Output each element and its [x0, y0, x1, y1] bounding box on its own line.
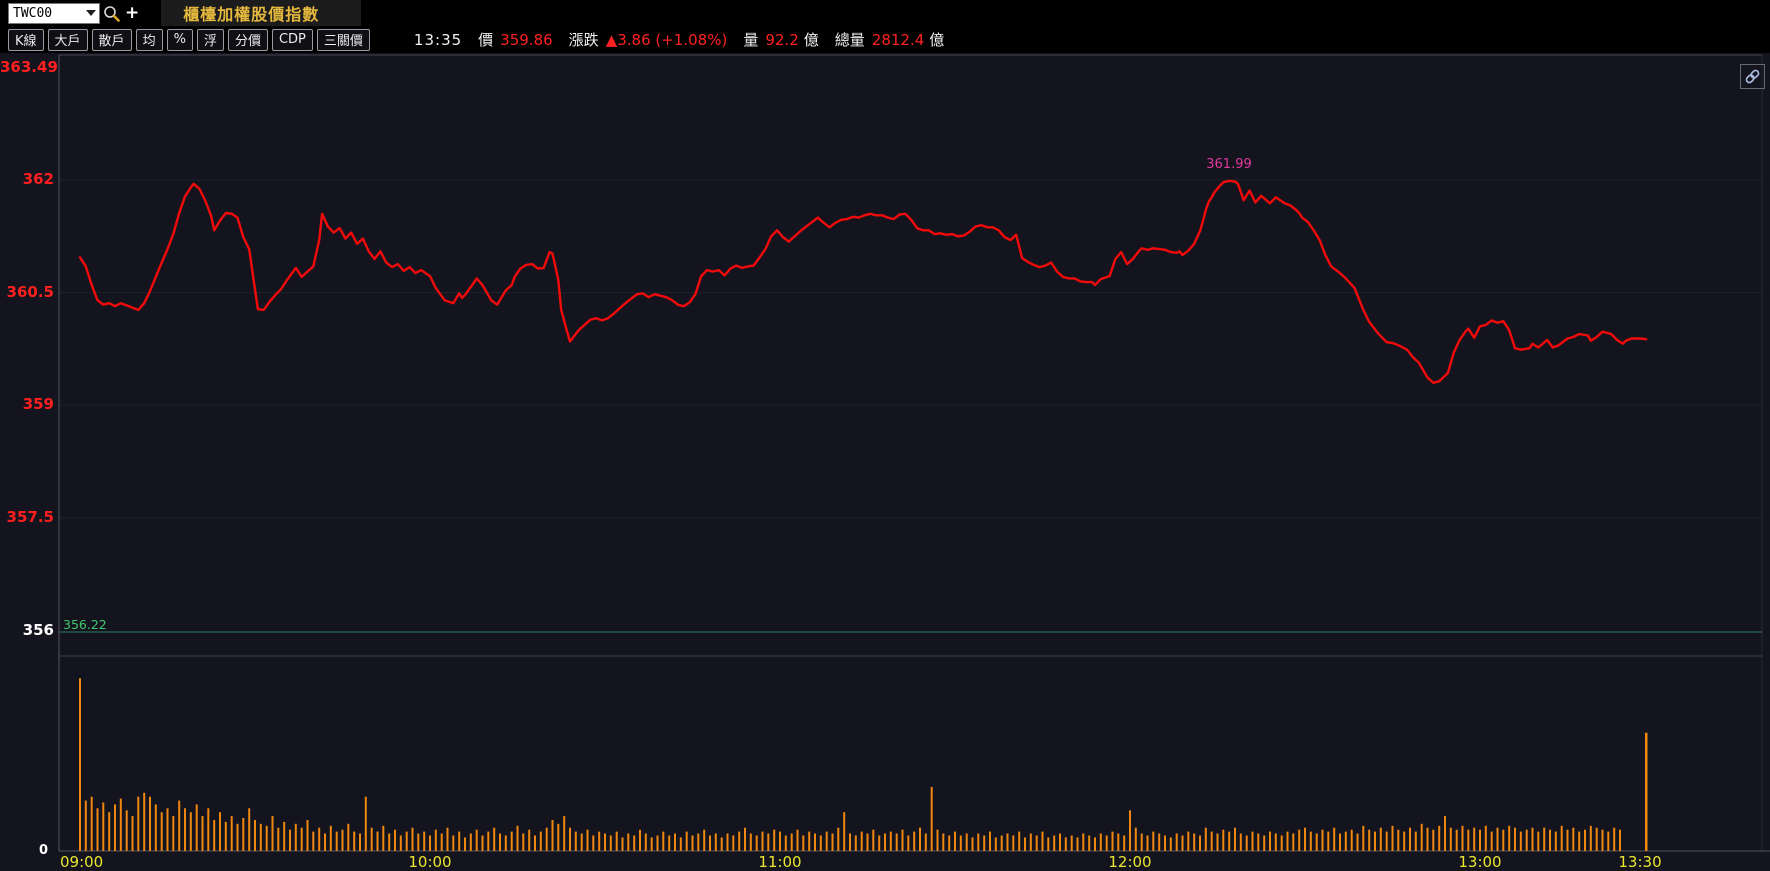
tool-button-6[interactable]: 浮 — [196, 28, 224, 51]
total-volume-unit: 億 — [929, 31, 945, 49]
intraday-chart[interactable] — [0, 52, 1770, 871]
volume-bars — [79, 678, 1648, 851]
symbol-tab-bar: + 櫃檯加權股價指數 — [0, 0, 1770, 26]
chart-tool-buttons: K線 大戶 散戶均% 浮分價 CDP 三關價 — [4, 28, 370, 51]
tool-button-9[interactable]: 三關價 — [316, 28, 370, 51]
tab-label: 櫃檯加權股價指數 — [183, 5, 320, 24]
y-axis-label-363.49: 363.49 — [0, 58, 58, 77]
quote-time: 13:35 — [413, 30, 463, 49]
link-icon — [1745, 69, 1760, 84]
x-axis-label-13:30: 13:30 — [1618, 853, 1662, 871]
tool-button-7[interactable]: 分價 — [227, 28, 268, 51]
tool-button-3[interactable]: 散戶 — [91, 28, 132, 51]
volume-value: 92.2 — [765, 30, 799, 49]
prev-low-value-label: 356.22 — [63, 617, 107, 632]
gridlines — [59, 179, 1762, 519]
toolbar-status-bar: K線 大戶 散戶均% 浮分價 CDP 三關價 13:35 價 359.86 漲跌 ▲3.8… — [0, 26, 1770, 53]
x-axis-label-09:00: 09:00 — [60, 853, 104, 871]
volume-unit: 億 — [803, 31, 819, 49]
tool-button-2[interactable]: 大戶 — [47, 28, 88, 51]
change-value: ▲3.86 (+1.08%) — [605, 30, 728, 49]
trading-app-window: + 櫃檯加權股價指數 K線大戶散戶均%浮分價CDP三關價 13:35 價 359… — [0, 0, 1770, 871]
symbol-search-group: + — [8, 2, 139, 24]
add-symbol-button[interactable]: + — [125, 4, 139, 22]
volume-zero-label: 0 — [38, 843, 48, 858]
day-high-value-label: 361.99 — [1206, 157, 1252, 172]
x-axis-label-12:00: 12:00 — [1108, 853, 1152, 871]
y-axis-label-360.5: 360.5 — [6, 282, 54, 301]
total-volume-value: 2812.4 — [871, 30, 925, 49]
search-icon[interactable] — [103, 5, 120, 22]
total-volume-label: 總量 — [834, 31, 865, 49]
x-axis-label-10:00: 10:00 — [408, 853, 452, 871]
quote-status-bar: 13:35 價 359.86 漲跌 ▲3.86 (+1.08%) 量 92.2 … — [414, 29, 944, 50]
y-axis-label-359: 359 — [22, 395, 54, 414]
price-value: 359.86 — [500, 30, 553, 49]
tool-button-4[interactable]: 均 — [135, 28, 163, 51]
x-axis-label-11:00: 11:00 — [758, 853, 802, 871]
price-label: 價 — [478, 31, 494, 49]
y-axis-label-362: 362 — [22, 170, 54, 188]
tab-index-chart[interactable]: 櫃檯加權股價指數 — [161, 0, 362, 26]
y-axis-label-357.5: 357.5 — [6, 507, 54, 526]
tool-button-1[interactable]: K線 — [8, 28, 44, 51]
change-label: 漲跌 — [568, 31, 599, 49]
tool-button-5[interactable]: % — [166, 28, 193, 51]
chevron-down-icon[interactable] — [86, 10, 96, 16]
tool-button-8[interactable]: CDP — [271, 28, 313, 51]
volume-label: 量 — [743, 31, 759, 49]
x-axis-label-13:00: 13:00 — [1458, 853, 1502, 871]
y-axis-label-356: 356 — [22, 620, 54, 639]
link-button[interactable] — [1740, 64, 1765, 89]
price-line — [78, 179, 1648, 384]
